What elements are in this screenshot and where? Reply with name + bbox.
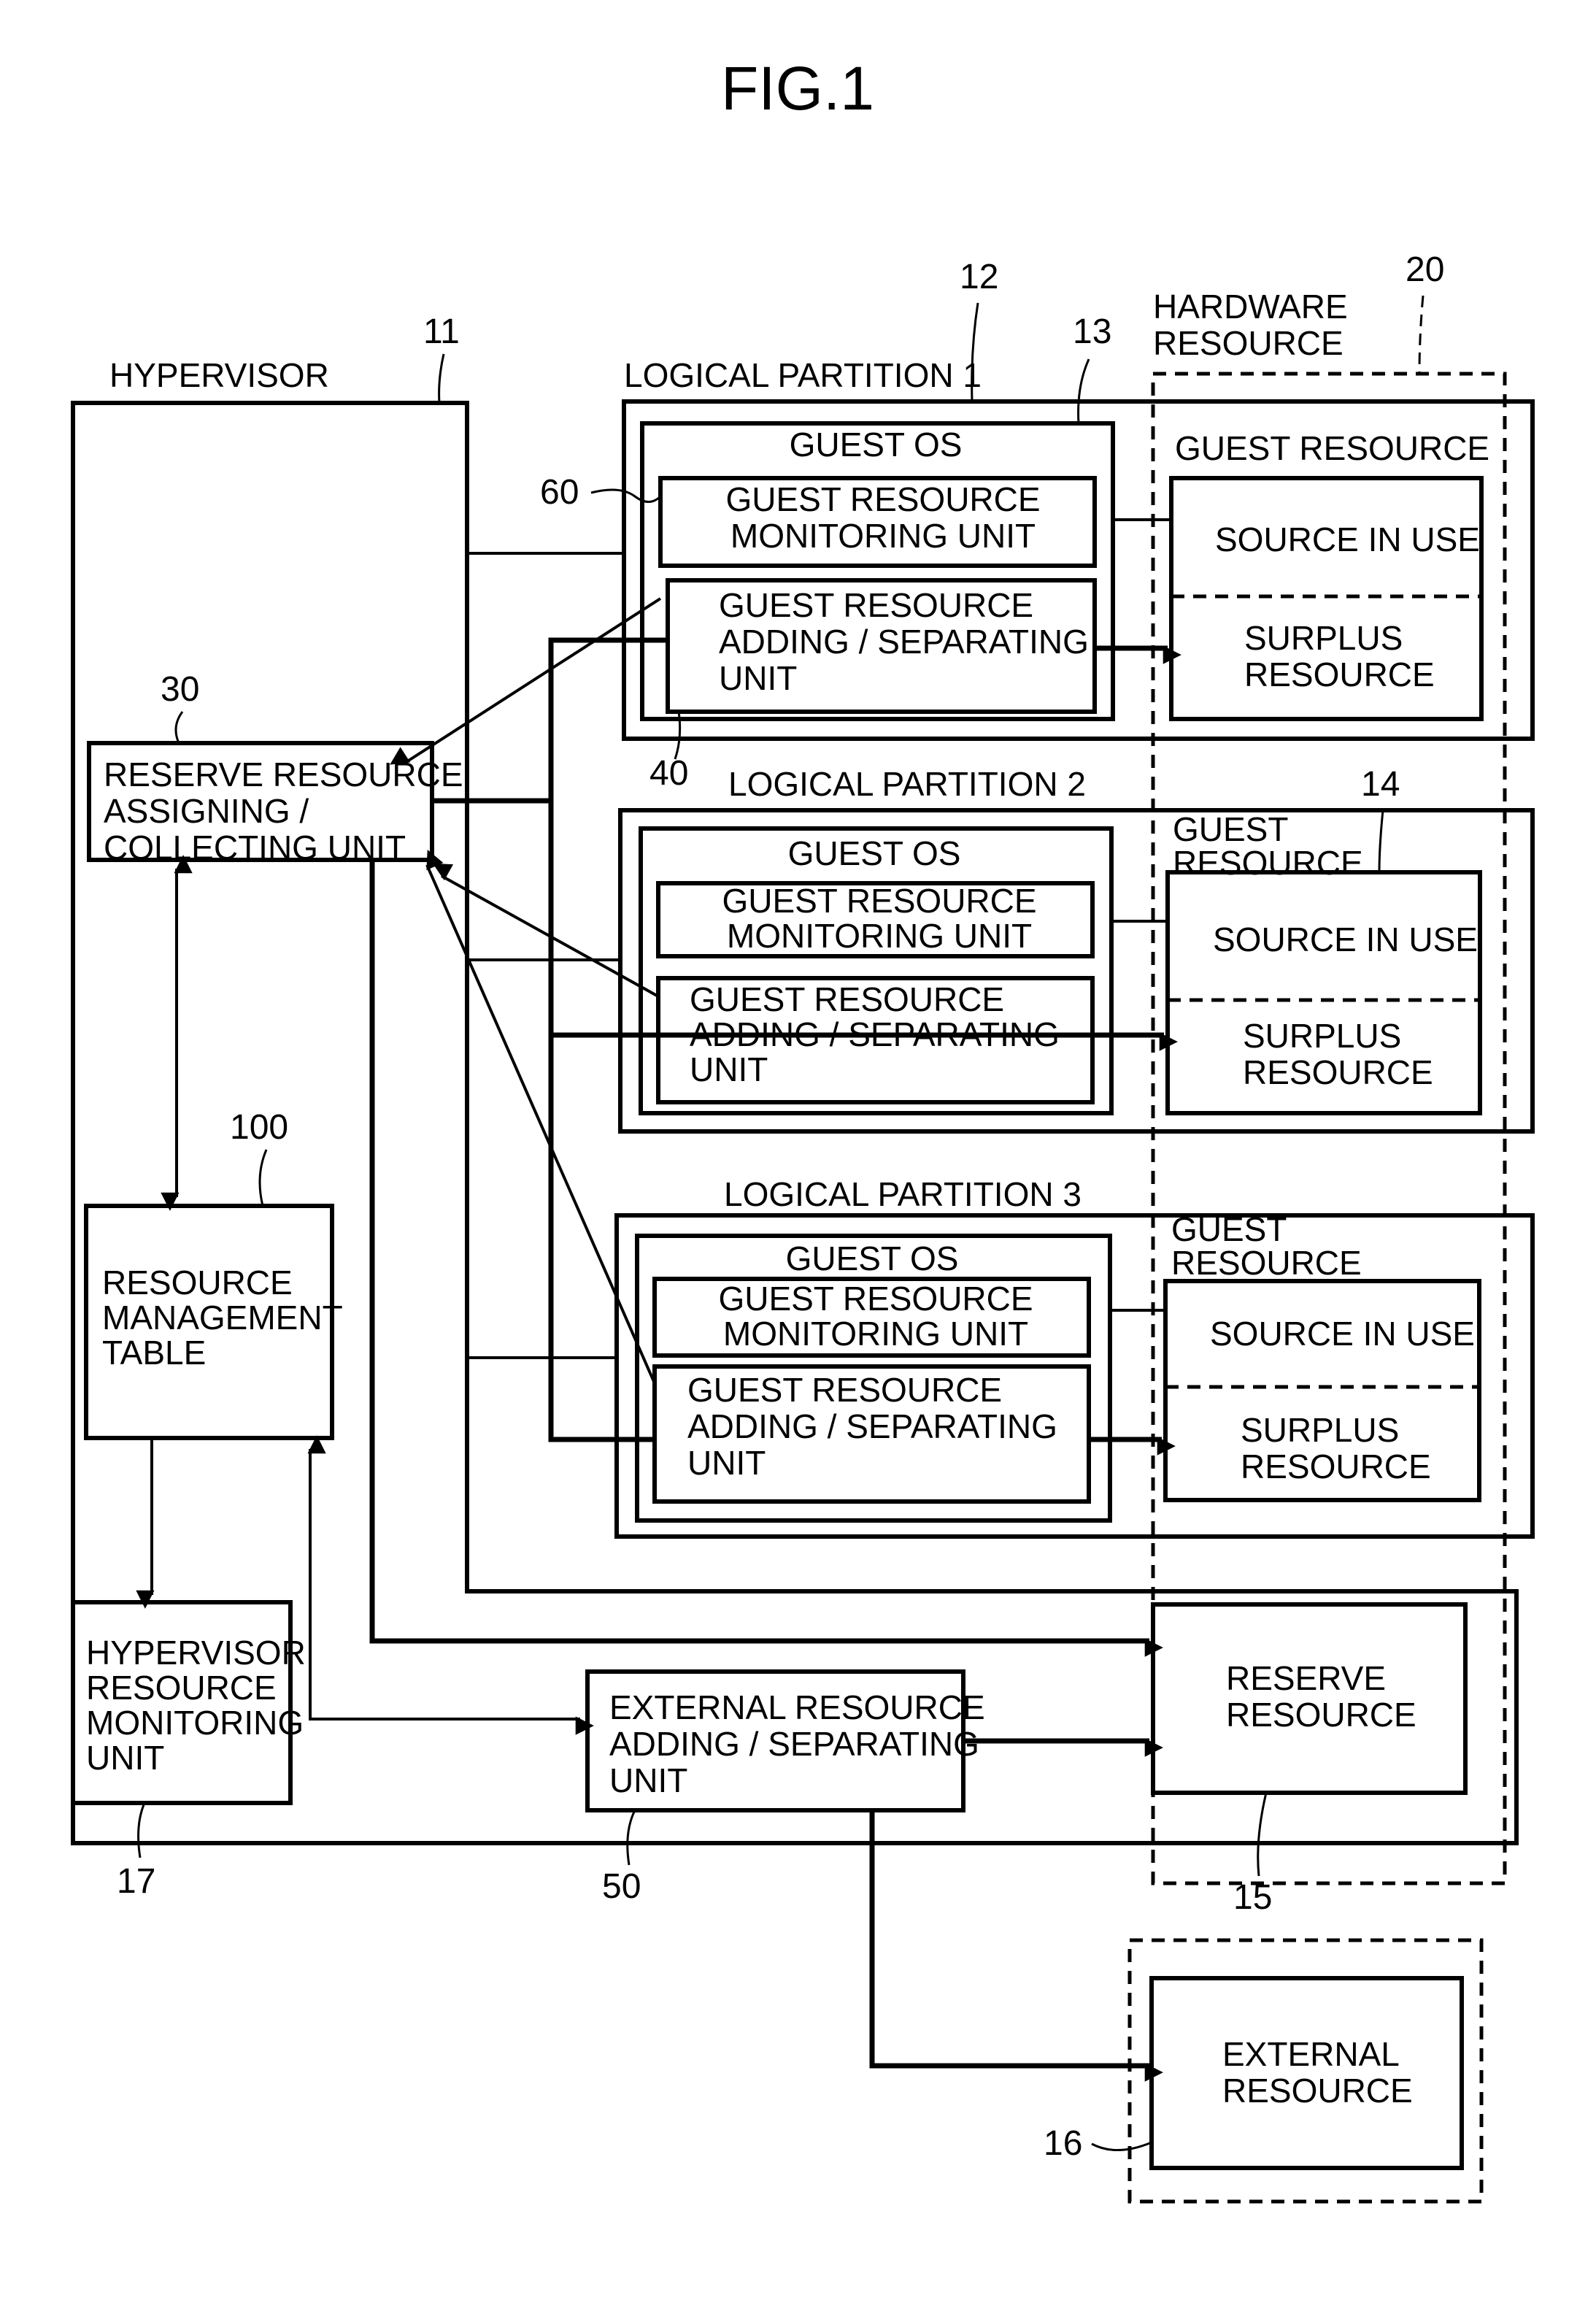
leader-16 xyxy=(1091,2141,1152,2151)
lp1-monitoring-text: GUEST RESOURCE MONITORING UNIT xyxy=(725,480,1040,555)
leader-50 xyxy=(626,1810,636,1866)
ref-16: 16 xyxy=(1044,2124,1082,2163)
lp3-monitoring-text: GUEST RESOURCE MONITORING UNIT xyxy=(718,1280,1033,1353)
lp2-surplus-resource: SURPLUS RESOURCE xyxy=(1243,1017,1433,1091)
lp2-source-in-use: SOURCE IN USE xyxy=(1213,920,1478,958)
resource-management-text: RESOURCE MANAGEMENT TABLE xyxy=(102,1264,343,1372)
ref-11: 11 xyxy=(423,312,460,351)
lp3-guest-resource-label: GUEST RESOURCE xyxy=(1171,1210,1362,1282)
lp3-label: LOGICAL PARTITION 3 xyxy=(724,1175,1082,1213)
leader-20 xyxy=(1418,295,1425,374)
ref-12: 12 xyxy=(960,258,998,296)
leader-15 xyxy=(1257,1792,1268,1877)
external-adding-text: EXTERNAL RESOURCE ADDING / SEPARATING UNIT xyxy=(609,1688,985,1799)
lp1-guest-os-label: GUEST OS xyxy=(790,426,963,464)
reserve-assigning-text: RESERVE RESOURCE ASSIGNING / COLLECTING UN… xyxy=(104,756,463,866)
figure-title: FIG.1 xyxy=(721,54,874,123)
ref-100: 100 xyxy=(230,1108,288,1147)
ext-to-external-resource-arrow xyxy=(869,1810,1163,2082)
ref-40: 40 xyxy=(649,754,688,793)
lp1-guest-os-box xyxy=(640,421,1115,721)
hardware-resource-boundary xyxy=(1151,372,1507,1885)
lp3-surplus-resource: SURPLUS RESOURCE xyxy=(1241,1411,1431,1485)
hypervisor-monitoring-text: HYPERVISOR RESOURCE MONITORING UNIT xyxy=(86,1634,306,1777)
leader-14 xyxy=(1378,810,1384,873)
ref-30: 30 xyxy=(161,670,199,709)
leader-30 xyxy=(174,711,184,744)
lp3-source-in-use: SOURCE IN USE xyxy=(1210,1315,1475,1353)
leader-17 xyxy=(137,1802,146,1858)
ref-17: 17 xyxy=(117,1862,155,1901)
lp1-label: LOGICAL PARTITION 1 xyxy=(624,356,982,394)
leader-13 xyxy=(1077,358,1090,424)
lp1-surplus-resource: SURPLUS RESOURCE xyxy=(1244,619,1435,693)
lp2-guest-os-label: GUEST OS xyxy=(788,834,961,872)
external-resource-text: EXTERNAL RESOURCE xyxy=(1222,2035,1413,2110)
reserve-resource-text: RESERVE RESOURCE xyxy=(1226,1659,1416,1734)
lp2-monitoring-text: GUEST RESOURCE MONITORING UNIT xyxy=(722,882,1036,955)
ref-20: 20 xyxy=(1406,250,1444,289)
lp1-adding-text: GUEST RESOURCE ADDING / SEPARATING UNIT xyxy=(719,586,1089,697)
leader-11 xyxy=(438,353,445,404)
lp3-adding-text: GUEST RESOURCE ADDING / SEPARATING UNIT xyxy=(687,1371,1057,1482)
hypervisor-label: HYPERVISOR xyxy=(109,356,329,394)
ref-14: 14 xyxy=(1361,765,1400,804)
lp2-label: LOGICAL PARTITION 2 xyxy=(728,765,1086,803)
lp1-guest-resource-label: GUEST RESOURCE xyxy=(1175,429,1489,467)
ref-50: 50 xyxy=(602,1867,641,1906)
ref-60: 60 xyxy=(540,473,579,512)
patent-diagram: FIG.1 HARDWARE RESOURCE 20 HYPERVISOR 11 … xyxy=(71,54,1535,2204)
ref-15: 15 xyxy=(1233,1878,1272,1917)
ref-13: 13 xyxy=(1073,312,1111,351)
mgmt-ext-bidir-arrow xyxy=(307,1435,594,1735)
lp3-guest-os-label: GUEST OS xyxy=(786,1239,959,1277)
leader-100 xyxy=(258,1149,268,1207)
lp1-source-in-use: SOURCE IN USE xyxy=(1215,520,1480,558)
hardware-resource-label: HARDWARE RESOURCE xyxy=(1153,288,1348,362)
